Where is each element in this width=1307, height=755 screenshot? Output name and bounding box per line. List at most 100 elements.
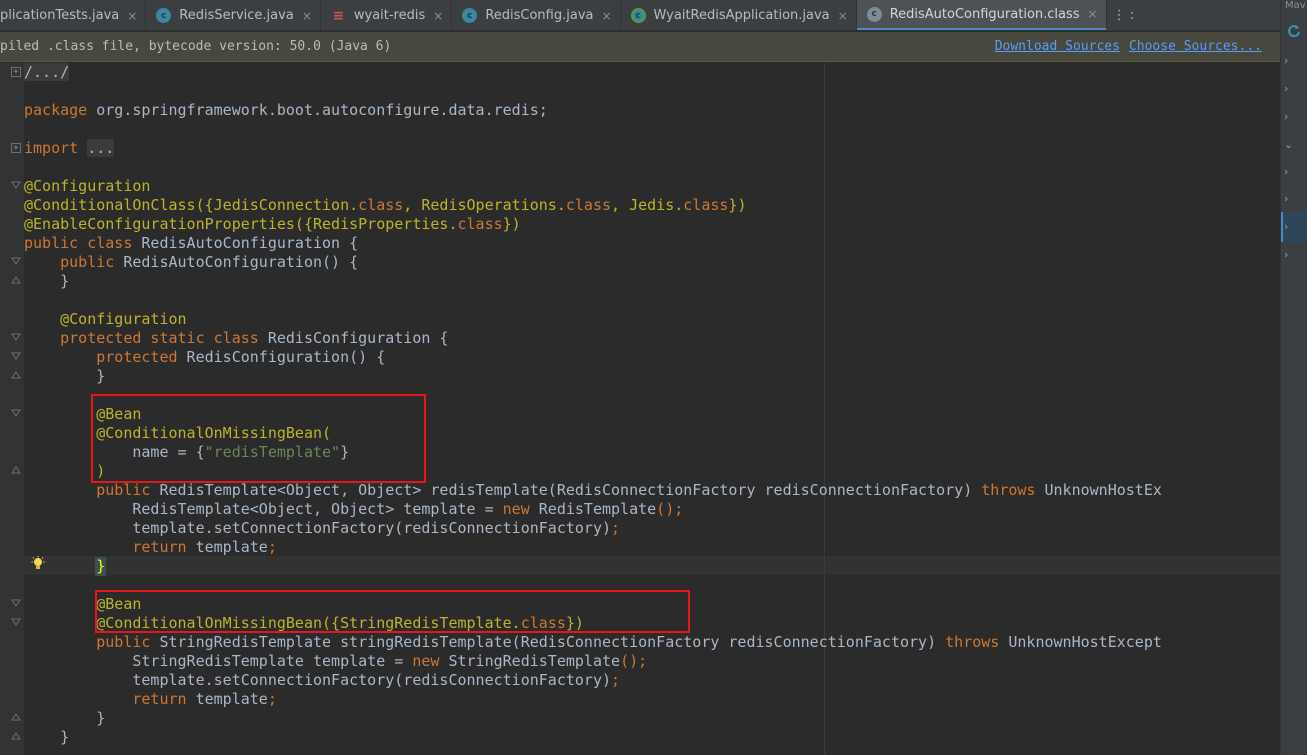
code-text: RedisTemplate<Object, Object> redisTempl… — [150, 481, 982, 499]
chevron-right-icon[interactable]: › — [1284, 192, 1306, 208]
fold-collapse-icon[interactable] — [11, 599, 21, 607]
tab-redis-service[interactable]: c RedisService.java × — [146, 0, 321, 30]
code-line: public RedisTemplate<Object, Object> red… — [24, 481, 1280, 500]
chevron-right-icon[interactable]: › — [1284, 248, 1306, 264]
code-line: package org.springframework.boot.autocon… — [24, 101, 1280, 120]
fold-end-icon[interactable] — [11, 713, 21, 721]
close-icon[interactable]: × — [302, 9, 312, 23]
code-text: RedisConfiguration() { — [177, 348, 386, 366]
tab-wyait-redis[interactable]: ≡ wyait-redis × — [321, 0, 453, 30]
chevron-right-icon[interactable]: › — [1284, 54, 1306, 70]
fold-collapse-icon[interactable] — [11, 409, 21, 417]
close-icon[interactable]: × — [601, 9, 611, 23]
code-text: } — [60, 728, 70, 746]
chevron-right-icon[interactable]: › — [1284, 165, 1306, 181]
code-text: RedisTemplate<Object, Object> template = — [132, 500, 503, 518]
code-text: StringRedisTemplate template = — [132, 652, 413, 670]
tab-redis-config[interactable]: c RedisConfig.java × — [452, 0, 621, 30]
annotation: @ConditionalOnClass({JedisConnection. — [24, 196, 359, 214]
semicolon: ; — [611, 519, 621, 537]
code-line: } — [24, 709, 1280, 728]
code-text: UnknownHostEx — [1035, 481, 1162, 499]
keyword: return — [132, 538, 187, 556]
tab-application-tests[interactable]: plicationTests.java × — [0, 0, 147, 30]
tab-label: plicationTests.java — [0, 8, 120, 23]
decompiled-notice-bar: piled .class file, bytecode version: 50.… — [0, 32, 1280, 62]
code-line: @EnableConfigurationProperties({RedisPro… — [24, 215, 1280, 234]
annotation: , Jedis. — [611, 196, 684, 214]
download-sources-link[interactable]: Download Sources — [995, 39, 1120, 54]
keyword: protected static class — [60, 329, 259, 347]
tab-label: WyaitRedisApplication.java — [653, 8, 830, 23]
fold-collapse-icon[interactable] — [11, 257, 21, 265]
class-icon: c — [156, 8, 172, 23]
fold-expand-icon[interactable]: + — [11, 143, 21, 153]
notice-message: piled .class file, bytecode version: 50.… — [0, 39, 392, 54]
close-icon[interactable]: × — [433, 9, 443, 23]
code-text: (); — [620, 652, 648, 670]
fold-end-icon[interactable] — [11, 371, 21, 379]
folded-header[interactable]: /.../ — [24, 63, 70, 81]
keyword: class — [358, 196, 404, 214]
refresh-icon[interactable] — [1287, 24, 1301, 38]
chevron-right-icon[interactable]: › — [1284, 82, 1306, 98]
tab-label: RedisService.java — [179, 8, 294, 23]
fold-collapse-icon[interactable] — [11, 618, 21, 626]
code-text: StringRedisTemplate — [439, 652, 621, 670]
tab-wyait-redis-application[interactable]: c WyaitRedisApplication.java × — [621, 0, 857, 30]
choose-sources-link[interactable]: Choose Sources... — [1129, 39, 1262, 54]
keyword: public class — [24, 234, 133, 252]
keyword: throws — [945, 633, 1000, 651]
code-text: RedisAutoConfiguration { — [132, 234, 359, 252]
code-line: } — [24, 557, 1280, 576]
code-text: RedisConfiguration { — [258, 329, 449, 347]
fold-expand-icon[interactable]: + — [11, 67, 21, 77]
code-line: } — [24, 728, 1280, 747]
code-line: @Configuration — [24, 310, 1280, 329]
code-line: template.setConnectionFactory(redisConne… — [24, 671, 1280, 690]
code-line: public RedisAutoConfiguration() { — [24, 253, 1280, 272]
chevron-down-icon[interactable]: ⌄ — [1284, 138, 1306, 154]
fold-end-icon[interactable] — [11, 276, 21, 284]
chevron-right-icon[interactable]: › — [1284, 110, 1306, 126]
annotation: , RedisOperations. — [403, 196, 566, 214]
code-text: } — [96, 367, 106, 385]
maven-panel-label[interactable]: Mav — [1285, 0, 1306, 11]
semicolon: ; — [267, 690, 277, 708]
fold-collapse-icon[interactable] — [11, 333, 21, 341]
code-line: @ConditionalOnClass({JedisConnection.cla… — [24, 196, 1280, 215]
code-line: template.setConnectionFactory(redisConne… — [24, 519, 1280, 538]
keyword: class — [683, 196, 729, 214]
keyword: package — [24, 101, 88, 119]
code-line: RedisTemplate<Object, Object> template =… — [24, 500, 1280, 519]
highlight-box-redis-template — [91, 394, 426, 483]
tab-redis-auto-configuration[interactable]: c RedisAutoConfiguration.class × — [856, 0, 1107, 30]
code-text: RedisTemplate — [529, 500, 657, 518]
keyword: class — [565, 196, 612, 214]
code-line: return template; — [24, 690, 1280, 709]
close-icon[interactable]: × — [1088, 7, 1098, 21]
keyword: import — [24, 139, 79, 157]
folded-imports[interactable]: ... — [87, 139, 115, 157]
code-line: protected static class RedisConfiguratio… — [24, 329, 1280, 348]
right-tool-strip: Mav › › › ⌄ › › › › — [1280, 0, 1307, 755]
keyword: public — [96, 633, 151, 651]
code-line: public StringRedisTemplate stringRedisTe… — [24, 633, 1280, 652]
keyword: public — [60, 253, 115, 271]
chevron-right-icon[interactable]: › — [1284, 220, 1306, 236]
annotation: }) — [728, 196, 747, 214]
annotation: }) — [502, 215, 521, 233]
tab-overflow-menu[interactable]: ⋮ : — [1107, 0, 1141, 30]
fold-collapse-icon[interactable] — [11, 352, 21, 360]
close-icon[interactable]: × — [838, 9, 848, 23]
code-line: @Configuration — [24, 177, 151, 195]
fold-end-icon[interactable] — [11, 466, 21, 474]
fold-collapse-icon[interactable] — [11, 181, 21, 189]
fold-end-icon[interactable] — [11, 732, 21, 740]
code-editor[interactable]: + + /.../ package org.springframework.bo… — [0, 63, 1280, 755]
code-line: return template; — [24, 538, 1280, 557]
tab-label: wyait-redis — [353, 8, 426, 23]
close-icon[interactable]: × — [127, 9, 137, 23]
